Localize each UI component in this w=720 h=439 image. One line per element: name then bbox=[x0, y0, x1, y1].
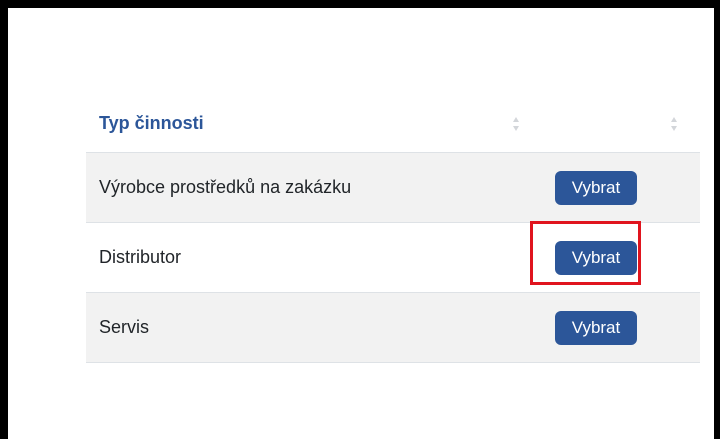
table-row: Výrobce prostředků na zakázku Vybrat bbox=[86, 153, 700, 223]
sort-ascending-icon bbox=[671, 117, 677, 122]
sort-ascending-icon bbox=[513, 117, 519, 122]
activity-type-label: Distributor bbox=[99, 247, 182, 267]
select-button[interactable]: Vybrat bbox=[555, 241, 637, 275]
sort-icon[interactable] bbox=[513, 116, 521, 132]
activity-type-table: Typ činnosti Výrobce prostředků na zakáz… bbox=[86, 100, 700, 363]
table-header: Typ činnosti bbox=[86, 100, 700, 153]
sort-descending-icon bbox=[671, 126, 677, 131]
sort-icon[interactable] bbox=[671, 116, 679, 132]
activity-type-label: Servis bbox=[99, 317, 150, 337]
column-header-activity-type[interactable]: Typ činnosti bbox=[99, 113, 204, 134]
sort-descending-icon bbox=[513, 126, 519, 131]
activity-type-label: Výrobce prostředků na zakázku bbox=[99, 177, 352, 197]
table-row: Distributor Vybrat bbox=[86, 223, 700, 293]
window-frame: Typ činnosti Výrobce prostředků na zakáz… bbox=[0, 0, 720, 439]
table-row: Servis Vybrat bbox=[86, 293, 700, 363]
select-button[interactable]: Vybrat bbox=[555, 171, 637, 205]
select-button[interactable]: Vybrat bbox=[555, 311, 637, 345]
